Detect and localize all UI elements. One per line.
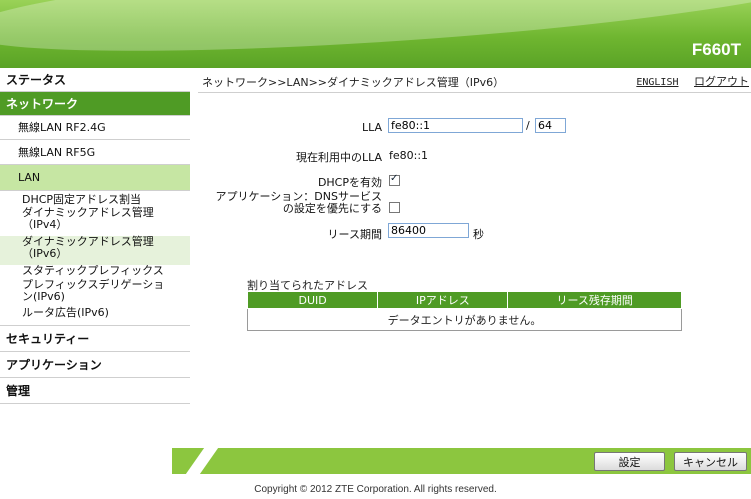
header-swoosh: [0, 0, 751, 68]
breadcrumb: ネットワーク>>LAN>>ダイナミックアドレス管理（IPv6）: [202, 76, 505, 89]
prefix-slash: /: [526, 119, 530, 132]
header-banner: F660T: [0, 0, 751, 68]
sidebar-item-application[interactable]: アプリケーション: [0, 352, 190, 378]
lease-time-label: リース期間: [327, 228, 382, 241]
lla-label: LLA: [361, 121, 382, 134]
dns-priority-label: アプリケーション：DNSサービス の設定を優先にする: [216, 191, 382, 215]
prefix-length-input[interactable]: [535, 118, 566, 133]
column-ip-address: IPアドレス: [377, 291, 509, 309]
english-link[interactable]: ENGLISH: [636, 77, 678, 88]
dhcp-enable-label: DHCPを有効: [317, 176, 382, 189]
sidebar-item-prefix-delegation[interactable]: プレフィックスデリゲーショ ン(IPv6): [0, 279, 190, 307]
sidebar-item-admin[interactable]: 管理: [0, 378, 190, 404]
model-name: F660T: [691, 40, 741, 59]
sidebar-item-wlan-24g[interactable]: 無線LAN RF2.4G: [0, 116, 190, 140]
footer-bar: 設定 キャンセル: [0, 448, 751, 474]
table-header-row: DUID IPアドレス リース残存期間: [246, 291, 682, 309]
table-row: データエントリがありません。: [247, 308, 682, 331]
sidebar-item-network[interactable]: ネットワーク: [0, 92, 190, 116]
lla-input[interactable]: [388, 118, 523, 133]
sidebar-item-security[interactable]: セキュリティー: [0, 326, 190, 352]
top-links: ENGLISH ログアウト: [624, 73, 749, 89]
sidebar-item-static-prefix[interactable]: スタティックプレフィックス: [0, 265, 190, 279]
column-duid: DUID: [246, 291, 379, 309]
lease-time-unit: 秒: [473, 228, 484, 241]
apply-button[interactable]: 設定: [594, 452, 665, 471]
sidebar-item-dynamic-ipv6[interactable]: ダイナミックアドレス管理 （IPv6）: [0, 236, 190, 265]
empty-message: データエントリがありません。: [247, 308, 682, 331]
dhcp-enable-checkbox[interactable]: [389, 173, 400, 186]
dns-priority-checkbox[interactable]: [389, 202, 400, 213]
sidebar: ステータス ネットワーク 無線LAN RF2.4G 無線LAN RF5G LAN…: [0, 68, 190, 420]
sidebar-item-status[interactable]: ステータス: [0, 68, 190, 92]
cancel-button[interactable]: キャンセル: [674, 452, 747, 471]
dns-priority-label-line2: の設定を優先にする: [282, 202, 382, 215]
copyright-text: Copyright © 2012 ZTE Corporation. All ri…: [254, 484, 497, 495]
sidebar-item-dynamic-ipv4[interactable]: ダイナミックアドレス管理 （IPv4）: [0, 207, 190, 236]
logout-link[interactable]: ログアウト: [694, 75, 749, 88]
sidebar-item-router-advert[interactable]: ルータ広告(IPv6): [0, 307, 190, 326]
sidebar-item-dhcp-static[interactable]: DHCP固定アドレス割当: [0, 191, 190, 207]
sidebar-item-lan[interactable]: LAN: [0, 165, 190, 191]
top-bar: ネットワーク>>LAN>>ダイナミックアドレス管理（IPv6） ENGLISH …: [198, 68, 751, 93]
assigned-address-table: DUID IPアドレス リース残存期間 データエントリがありません。: [246, 291, 682, 331]
current-lla-value: fe80::1: [389, 149, 429, 162]
column-lease-remaining: リース残存期間: [507, 291, 682, 309]
current-lla-label: 現在利用中のLLA: [295, 151, 382, 164]
lease-time-input[interactable]: [388, 223, 469, 238]
sidebar-item-wlan-5g[interactable]: 無線LAN RF5G: [0, 140, 190, 165]
